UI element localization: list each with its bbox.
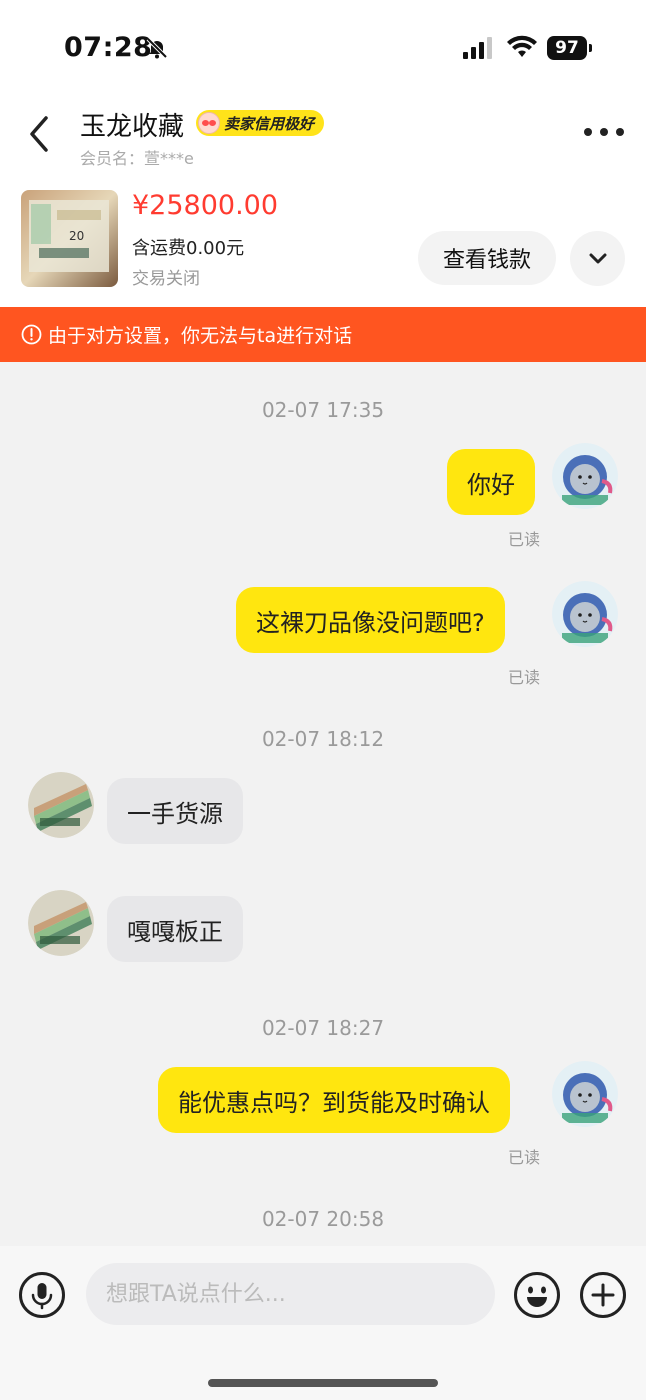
my-avatar[interactable] xyxy=(552,1061,618,1127)
heart-eyes-emoji-icon xyxy=(198,112,220,134)
trade-status: 交易关闭 xyxy=(132,269,200,289)
shipping-fee: 含运费0.00元 xyxy=(132,238,245,259)
emoji-icon[interactable] xyxy=(513,1271,561,1319)
product-thumbnail[interactable]: 20 xyxy=(21,190,118,287)
credit-badge-label: 卖家信用极好 xyxy=(224,114,315,133)
chat-disabled-banner: 由于对方设置，你无法与ta进行对话 xyxy=(0,307,646,362)
message-bubble-sent[interactable]: 这裸刀品像没问题吧? xyxy=(236,587,505,653)
expand-button[interactable] xyxy=(570,231,625,286)
microphone-icon[interactable] xyxy=(18,1271,66,1319)
timestamp: 02-07 20:58 xyxy=(261,1207,385,1231)
bell-muted-icon xyxy=(146,37,168,59)
view-payment-button[interactable]: 查看钱款 xyxy=(418,231,556,285)
timestamp: 02-07 17:35 xyxy=(261,398,385,422)
timestamp: 02-07 18:27 xyxy=(261,1016,385,1040)
svg-text:20: 20 xyxy=(69,229,84,243)
home-indicator[interactable] xyxy=(208,1379,438,1387)
back-arrow-icon[interactable] xyxy=(26,114,54,154)
message-input[interactable] xyxy=(86,1263,495,1325)
product-price: ¥25800.00 xyxy=(132,190,279,221)
banner-text: 由于对方设置，你无法与ta进行对话 xyxy=(48,325,353,347)
read-receipt: 已读 xyxy=(507,668,540,687)
plus-icon[interactable] xyxy=(579,1271,627,1319)
message-bubble-received[interactable]: 一手货源 xyxy=(107,778,243,844)
timestamp: 02-07 18:12 xyxy=(261,727,385,751)
shop-name[interactable]: 玉龙收藏 xyxy=(80,106,184,143)
status-time: 07:28 xyxy=(64,32,153,63)
my-avatar[interactable] xyxy=(552,581,618,647)
my-avatar[interactable] xyxy=(552,443,618,509)
signal-icon xyxy=(463,37,492,59)
chevron-down-icon xyxy=(589,253,606,263)
wifi-icon xyxy=(507,35,537,57)
battery-indicator: 97 xyxy=(547,36,587,60)
more-options-icon[interactable] xyxy=(584,120,624,144)
seller-avatar[interactable] xyxy=(28,772,94,838)
read-receipt: 已读 xyxy=(507,530,540,549)
member-name: 会员名：萱***e xyxy=(80,149,194,168)
alert-circle-icon xyxy=(21,324,42,345)
message-bubble-sent[interactable]: 能优惠点吗？到货能及时确认 xyxy=(158,1067,510,1133)
credit-badge[interactable]: 卖家信用极好 xyxy=(196,110,325,136)
seller-avatar[interactable] xyxy=(28,890,94,956)
battery-tip xyxy=(589,44,592,52)
message-bubble-received[interactable]: 嘎嘎板正 xyxy=(107,896,243,962)
message-bubble-sent[interactable]: 你好 xyxy=(447,449,535,515)
read-receipt: 已读 xyxy=(507,1148,540,1167)
